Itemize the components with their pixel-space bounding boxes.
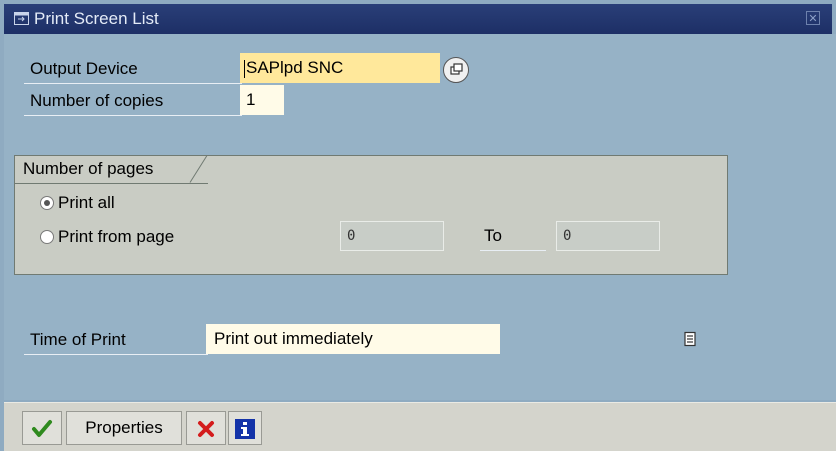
time-of-print-label: Time of Print: [24, 325, 208, 355]
info-button[interactable]: [228, 411, 262, 445]
cross-icon: [198, 421, 214, 437]
checkmark-icon: [32, 420, 52, 437]
window-icon: [14, 12, 29, 25]
possible-entries-icon: [450, 63, 463, 75]
output-device-value: SAPlpd SNC: [246, 58, 344, 77]
print-all-radio[interactable]: [40, 195, 54, 210]
print-all-label: Print all: [58, 193, 115, 212]
possible-entries-button[interactable]: [443, 57, 469, 83]
dialog-toolbar: Properties: [4, 402, 836, 451]
print-from-label: Print from page: [58, 227, 175, 246]
to-label: To: [480, 221, 546, 251]
number-of-pages-group: Number of pages: [14, 155, 728, 275]
text-cursor: [244, 59, 245, 78]
continue-button[interactable]: [22, 411, 62, 445]
time-of-print-value: Print out immediately: [214, 329, 373, 348]
print-from-radio[interactable]: [40, 229, 54, 244]
copies-input[interactable]: 1: [240, 85, 284, 115]
cancel-button[interactable]: [186, 411, 226, 445]
window-titlebar: Print Screen List ✕: [4, 4, 832, 34]
close-window-icon[interactable]: ✕: [806, 11, 820, 25]
from-page-input: 0: [340, 221, 444, 251]
output-device-label: Output Device: [24, 54, 242, 84]
output-device-input[interactable]: SAPlpd SNC: [240, 53, 440, 83]
properties-button[interactable]: Properties: [66, 411, 182, 445]
group-tab: Number of pages: [14, 155, 208, 184]
time-of-print-select[interactable]: Print out immediately: [206, 324, 696, 354]
window-title: Print Screen List: [34, 9, 159, 28]
to-page-input: 0: [556, 221, 660, 251]
group-title: Number of pages: [23, 159, 154, 178]
print-from-option[interactable]: Print from page: [40, 225, 174, 249]
dropdown-list-icon[interactable]: [684, 331, 696, 347]
info-icon: [235, 419, 255, 439]
copies-label: Number of copies: [24, 86, 242, 116]
print-all-option[interactable]: Print all: [40, 191, 115, 215]
